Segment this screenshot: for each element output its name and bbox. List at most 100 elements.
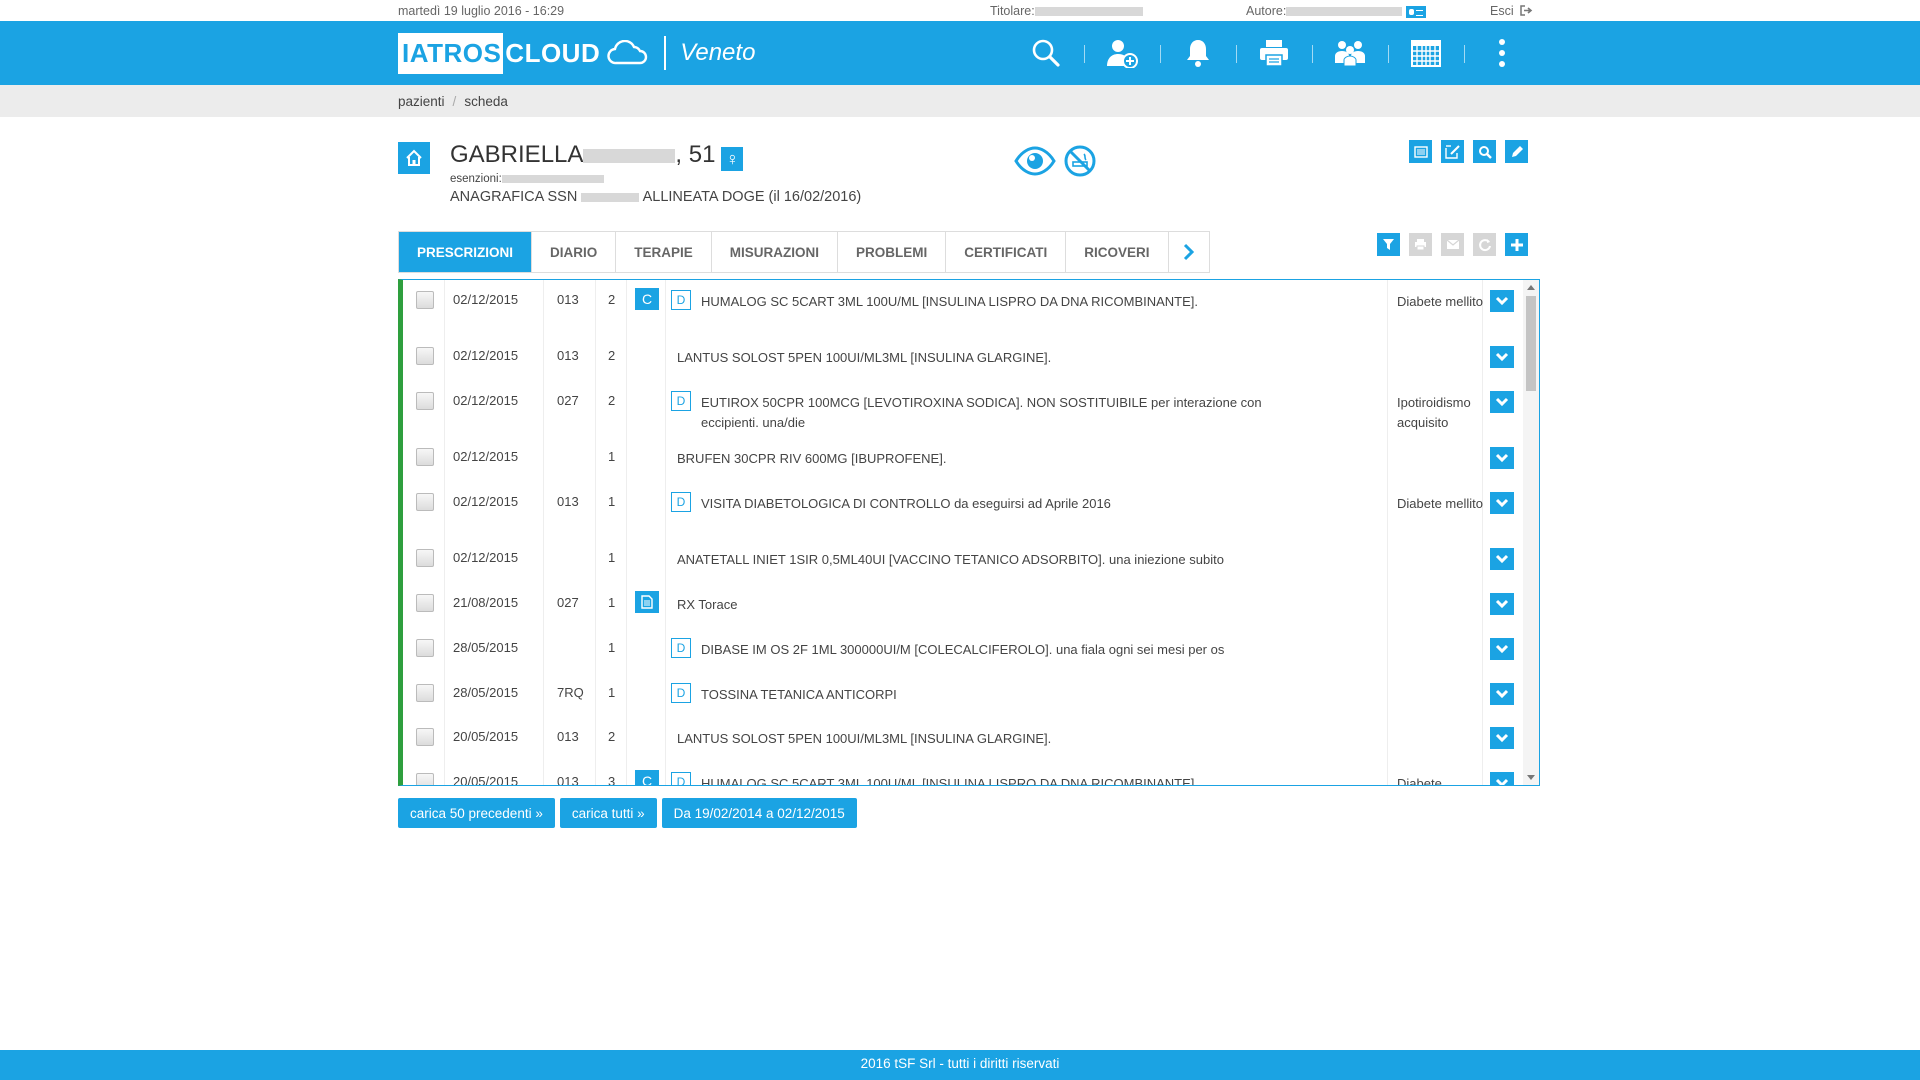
refresh-icon — [1478, 238, 1491, 251]
prescription-description: LANTUS SOLOST 5PEN 100UI/ML3ML [INSULINA… — [677, 731, 1052, 746]
prescription-code: 027 — [557, 595, 579, 610]
prescription-date: 20/05/2015 — [453, 774, 519, 786]
tab-misurazioni[interactable]: MISURAZIONI — [712, 232, 839, 272]
row-actions-button[interactable] — [1490, 290, 1514, 312]
calendar-icon — [1411, 40, 1441, 67]
more-menu-button[interactable] — [1464, 21, 1540, 85]
row-checkbox[interactable] — [416, 291, 434, 309]
search-button[interactable] — [1008, 21, 1084, 85]
row-checkbox[interactable] — [416, 392, 434, 410]
email-button[interactable] — [1441, 233, 1464, 256]
edit-document-button[interactable] — [1441, 140, 1464, 163]
load-buttons: carica 50 precedenti » carica tutti » Da… — [398, 798, 857, 828]
magnifier-icon — [1478, 145, 1492, 159]
row-checkbox[interactable] — [416, 347, 434, 365]
prescription-description: VISITA DIABETOLOGICA DI CONTROLLO da ese… — [701, 496, 1111, 511]
patient-home-button[interactable] — [398, 142, 430, 174]
list-card-icon — [1413, 145, 1428, 158]
tab-prescrizioni[interactable]: PRESCRIZIONI — [399, 232, 533, 272]
scroll-up-arrow[interactable] — [1527, 285, 1535, 290]
prescription-code: 7RQ — [557, 685, 584, 700]
chevron-down-icon — [1495, 599, 1509, 609]
row-actions-button[interactable] — [1490, 492, 1514, 514]
row-checkbox[interactable] — [416, 639, 434, 657]
patient-search-button[interactable] — [1473, 140, 1496, 163]
refresh-button[interactable] — [1473, 233, 1496, 256]
row-actions-button[interactable] — [1490, 391, 1514, 413]
row-checkbox[interactable] — [416, 493, 434, 511]
tab-ricoveri[interactable]: RICOVERI — [1066, 232, 1169, 272]
tab-problemi[interactable]: PROBLEMI — [838, 232, 947, 272]
breadcrumb-separator: / — [452, 93, 457, 109]
patient-status-icons — [1014, 145, 1096, 177]
d-marker: D — [671, 638, 691, 658]
row-actions-button[interactable] — [1490, 548, 1514, 570]
scroll-down-arrow[interactable] — [1527, 775, 1535, 780]
c-badge[interactable]: C — [635, 288, 659, 310]
top-info-strip: martedì 19 luglio 2016 - 16:29 Titolare:… — [0, 0, 1920, 21]
prescription-quantity: 2 — [608, 393, 616, 408]
tab-certificati[interactable]: CERTIFICATI — [946, 232, 1067, 272]
row-checkbox[interactable] — [416, 728, 434, 746]
prescription-code: 013 — [557, 774, 579, 786]
eye-icon[interactable] — [1014, 146, 1056, 176]
prescription-description: BRUFEN 30CPR RIV 600MG [IBUPROFENE]. — [677, 451, 947, 466]
row-checkbox[interactable] — [416, 773, 434, 785]
print-button[interactable] — [1236, 21, 1312, 85]
prescription-date: 02/12/2015 — [453, 348, 519, 363]
row-checkbox[interactable] — [416, 594, 434, 612]
family-button[interactable] — [1312, 21, 1388, 85]
row-checkbox[interactable] — [416, 684, 434, 702]
printer-icon — [1260, 40, 1288, 67]
prescription-quantity: 2 — [608, 348, 616, 363]
row-actions-button[interactable] — [1490, 593, 1514, 615]
row-actions-button[interactable] — [1490, 638, 1514, 660]
logo-iatros: IATROS — [398, 32, 504, 74]
filter-button[interactable] — [1377, 233, 1400, 256]
row-checkbox[interactable] — [416, 549, 434, 567]
id-card-icon[interactable] — [1406, 5, 1427, 18]
current-datetime: martedì 19 luglio 2016 - 16:29 — [398, 4, 565, 18]
row-checkbox[interactable] — [416, 448, 434, 466]
date-range-button[interactable]: Da 19/02/2014 a 02/12/2015 — [661, 798, 857, 828]
tab-list: PRESCRIZIONI DIARIO TERAPIE MISURAZIONI … — [398, 231, 1210, 273]
autore-label: Autore: — [1246, 4, 1287, 18]
scroll-thumb[interactable] — [1526, 296, 1536, 391]
logout-link[interactable]: Esci — [1490, 4, 1533, 18]
tab-terapie[interactable]: TERAPIE — [616, 232, 712, 272]
load-previous-50-button[interactable]: carica 50 precedenti » — [398, 798, 555, 828]
tabs-next-button[interactable] — [1169, 232, 1209, 272]
calendar-button[interactable] — [1388, 21, 1464, 85]
tab-diario[interactable]: DIARIO — [532, 232, 617, 272]
row-actions-button[interactable] — [1490, 346, 1514, 368]
prescription-list[interactable]: 02/12/2015 013 2 C D HUMALOG SC 5CART 3ML 100… — [398, 279, 1540, 786]
pencil-icon — [1511, 145, 1523, 157]
autore-info: Autore: — [1246, 4, 1427, 18]
c-badge[interactable]: C — [635, 770, 659, 785]
print-list-button[interactable] — [1409, 233, 1432, 256]
edit-patient-button[interactable] — [1505, 140, 1528, 163]
filter-icon — [1383, 239, 1394, 250]
row-actions-button[interactable] — [1490, 772, 1514, 785]
app-logo[interactable]: IATROS CLOUD Veneto — [398, 21, 755, 85]
breadcrumb-pazienti[interactable]: pazienti — [398, 94, 445, 109]
row-actions-button[interactable] — [1490, 683, 1514, 705]
notifications-button[interactable] — [1160, 21, 1236, 85]
prescription-quantity: 1 — [608, 640, 616, 655]
row-actions-button[interactable] — [1490, 447, 1514, 469]
patient-tabs: PRESCRIZIONI DIARIO TERAPIE MISURAZIONI … — [398, 231, 1540, 275]
app-header: IATROS CLOUD Veneto — [0, 21, 1920, 85]
prescription-description: HUMALOG SC 5CART 3ML 100U/ML [INSULINA L… — [701, 294, 1199, 309]
no-smoking-icon[interactable] — [1064, 145, 1096, 177]
card-view-button[interactable] — [1409, 140, 1432, 163]
prescription-code: 013 — [557, 292, 579, 307]
prescription-diagnosis: Diabete mellito — [1397, 294, 1483, 309]
load-all-button[interactable]: carica tutti » — [559, 798, 657, 828]
prescription-date: 21/08/2015 — [453, 595, 519, 610]
document-icon[interactable] — [635, 591, 659, 613]
add-prescription-button[interactable] — [1505, 233, 1528, 256]
list-scrollbar[interactable] — [1523, 280, 1539, 785]
add-patient-button[interactable] — [1084, 21, 1160, 85]
row-actions-button[interactable] — [1490, 727, 1514, 749]
chevron-down-icon — [1495, 733, 1509, 743]
